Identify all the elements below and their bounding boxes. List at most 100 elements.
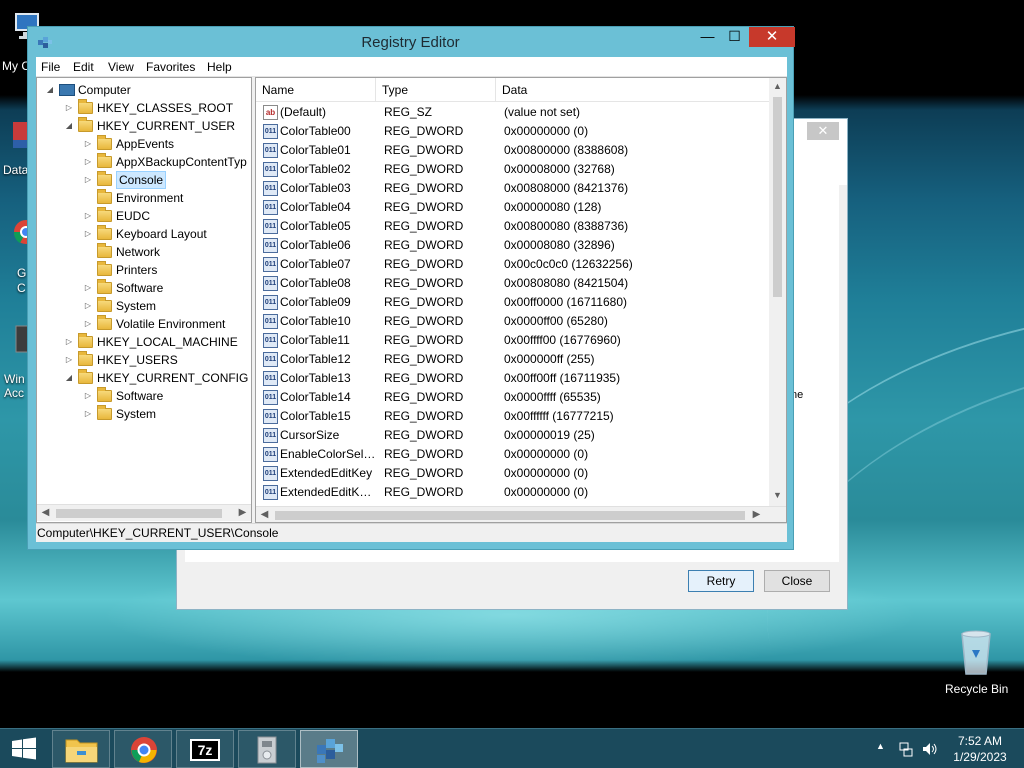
tree-node[interactable]: ▷ Volatile Environment (37, 315, 251, 333)
tree-expander-icon[interactable]: ▷ (83, 315, 93, 333)
tree-expander-icon[interactable]: ▷ (83, 225, 93, 243)
tree-node[interactable]: Printers (37, 261, 251, 279)
list-item[interactable]: 011 ExtendedEditKey REG_DWORD 0x00000000 (0… (256, 464, 770, 483)
tree-node[interactable]: ▷ HKEY_CLASSES_ROOT (37, 99, 251, 117)
list-horizontal-scrollbar[interactable]: ◀ ▶ (256, 506, 786, 522)
scroll-right-icon[interactable]: ▶ (748, 507, 765, 522)
list-item[interactable]: 011 ColorTable12 REG_DWORD 0x000000ff (255) (256, 350, 770, 369)
tree-node[interactable]: ▷ System (37, 297, 251, 315)
tree-node[interactable]: ▷ Console (37, 171, 251, 189)
scroll-down-icon[interactable]: ▼ (769, 487, 786, 504)
tree-horizontal-scrollbar[interactable]: ◀ ▶ (37, 504, 251, 521)
close-button[interactable]: Close (764, 570, 830, 592)
menu-help[interactable]: Help (207, 60, 232, 74)
list-item[interactable]: 011 ColorTable07 REG_DWORD 0x00c0c0c0 (1263… (256, 255, 770, 274)
tree-node[interactable]: ◢ HKEY_CURRENT_USER (37, 117, 251, 135)
tree-node[interactable]: ▷ Software (37, 387, 251, 405)
taskbar-7zip[interactable]: 7z (176, 730, 234, 768)
list-item[interactable]: 011 EnableColorSele... REG_DWORD 0x00000000… (256, 445, 770, 464)
list-item[interactable]: 011 ColorTable15 REG_DWORD 0x00ffffff (1677… (256, 407, 770, 426)
menu-view[interactable]: View (108, 60, 134, 74)
menu-edit[interactable]: Edit (73, 60, 94, 74)
scroll-thumb[interactable] (56, 509, 222, 518)
list-item[interactable]: 011 ColorTable09 REG_DWORD 0x00ff0000 (1671… (256, 293, 770, 312)
maximize-button[interactable]: ☐ (721, 27, 748, 47)
list-item[interactable]: 011 ColorTable13 REG_DWORD 0x00ff00ff (1671… (256, 369, 770, 388)
tree-node[interactable]: ▷ HKEY_USERS (37, 351, 251, 369)
tree-expander-icon[interactable]: ▷ (83, 405, 93, 423)
list-item[interactable]: 011 ColorTable08 REG_DWORD 0x00808080 (8421… (256, 274, 770, 293)
list-item[interactable]: 011 ColorTable02 REG_DWORD 0x00008000 (3276… (256, 160, 770, 179)
tree-expander-icon[interactable]: ▷ (83, 153, 93, 171)
taskbar-installer[interactable] (238, 730, 296, 768)
taskbar-chrome[interactable] (114, 730, 172, 768)
list-item[interactable]: ab (Default) REG_SZ (value not set) (256, 103, 770, 122)
values-list[interactable]: Name Type Data ab (Default) REG_SZ (value n… (255, 77, 787, 523)
dialog-close-icon[interactable]: ✕ (807, 122, 839, 140)
tree-expander-icon[interactable]: ◢ (64, 117, 74, 135)
retry-button[interactable]: Retry (688, 570, 754, 592)
column-header-data[interactable]: Data (496, 78, 770, 102)
list-vertical-scrollbar[interactable]: ▲ ▼ (769, 78, 786, 506)
tree-expander-icon[interactable]: ▷ (83, 387, 93, 405)
tree-expander-icon[interactable]: ▷ (64, 351, 74, 369)
desktop-icon-recycle-bin[interactable]: Recycle Bin (940, 628, 1020, 700)
desktop-icon-computer[interactable]: My C (0, 10, 39, 80)
list-item[interactable]: 011 ColorTable14 REG_DWORD 0x0000ffff (6553… (256, 388, 770, 407)
menu-file[interactable]: File (41, 60, 60, 74)
close-window-button[interactable]: ✕ (749, 27, 795, 47)
list-item[interactable]: 011 ColorTable06 REG_DWORD 0x00008080 (3289… (256, 236, 770, 255)
scroll-up-icon[interactable]: ▲ (769, 78, 786, 95)
show-hidden-icons-icon[interactable]: ▲ (876, 741, 885, 751)
tree-node[interactable]: ◢ Computer (37, 81, 251, 99)
start-button[interactable] (0, 729, 48, 768)
title-bar[interactable]: Registry Editor — ☐ ✕ (28, 27, 795, 57)
minimize-button[interactable]: — (694, 27, 721, 47)
list-item[interactable]: 011 ColorTable01 REG_DWORD 0x00800000 (8388… (256, 141, 770, 160)
column-header-type[interactable]: Type (376, 78, 496, 102)
tree-expander-icon[interactable]: ▷ (83, 207, 93, 225)
tree-expander-icon[interactable]: ▷ (83, 279, 93, 297)
tree-node[interactable]: ▷ HKEY_LOCAL_MACHINE (37, 333, 251, 351)
list-item[interactable]: 011 ColorTable10 REG_DWORD 0x0000ff00 (6528… (256, 312, 770, 331)
tree-expander-icon[interactable]: ▷ (64, 99, 74, 117)
column-header-name[interactable]: Name (256, 78, 376, 102)
tree-node[interactable]: ▷ Keyboard Layout (37, 225, 251, 243)
tree-expander-icon[interactable]: ◢ (45, 81, 55, 99)
menu-favorites[interactable]: Favorites (146, 60, 195, 74)
list-item[interactable]: 011 ColorTable00 REG_DWORD 0x00000000 (0) (256, 122, 770, 141)
scroll-left-icon[interactable]: ◀ (256, 507, 273, 522)
network-icon[interactable] (898, 741, 914, 757)
taskbar-file-explorer[interactable] (52, 730, 110, 768)
list-item[interactable]: 011 ColorTable11 REG_DWORD 0x00ffff00 (1677… (256, 331, 770, 350)
tree-expander-icon[interactable]: ▷ (83, 297, 93, 315)
list-item[interactable]: 011 ColorTable05 REG_DWORD 0x00800080 (8388… (256, 217, 770, 236)
desktop-icon-chrome[interactable]: G C (0, 218, 30, 298)
list-item[interactable]: 011 CursorSize REG_DWORD 0x00000019 (25) (256, 426, 770, 445)
scroll-thumb[interactable] (773, 97, 782, 297)
tree-node[interactable]: ◢ HKEY_CURRENT_CONFIG (37, 369, 251, 387)
list-item[interactable]: 011 ExtendedEditKey... REG_DWORD 0x00000000… (256, 483, 770, 502)
list-item[interactable]: 011 ColorTable04 REG_DWORD 0x00000080 (128) (256, 198, 770, 217)
tree-node[interactable]: ▷ Software (37, 279, 251, 297)
tree-node[interactable]: ▷ AppXBackupContentTyp (37, 153, 251, 171)
scroll-thumb[interactable] (275, 511, 745, 520)
tree-node[interactable]: ▷ System (37, 405, 251, 423)
clock[interactable]: 7:52 AM 1/29/2023 (948, 733, 1012, 765)
desktop-icon-data[interactable]: Data (0, 120, 30, 180)
tree-node[interactable]: ▷ AppEvents (37, 135, 251, 153)
desktop-icon-app[interactable]: Win Acc (0, 320, 30, 400)
tree-expander-icon[interactable]: ▷ (83, 135, 93, 153)
volume-icon[interactable] (921, 741, 939, 757)
scroll-right-icon[interactable]: ▶ (234, 505, 251, 522)
registry-tree[interactable]: ◢ Computer ▷ HKEY_CLASSES_ROOT ◢ HKEY_CURRENT… (36, 77, 252, 523)
tree-node[interactable]: Network (37, 243, 251, 261)
tree-expander-icon[interactable]: ▷ (83, 171, 93, 189)
tree-expander-icon[interactable]: ▷ (64, 333, 74, 351)
tree-node[interactable]: Environment (37, 189, 251, 207)
tree-expander-icon[interactable]: ◢ (64, 369, 74, 387)
scroll-left-icon[interactable]: ◀ (37, 505, 54, 522)
list-item[interactable]: 011 ColorTable03 REG_DWORD 0x00808000 (8421… (256, 179, 770, 198)
tree-node[interactable]: ▷ EUDC (37, 207, 251, 225)
taskbar-registry-editor[interactable] (300, 730, 358, 768)
